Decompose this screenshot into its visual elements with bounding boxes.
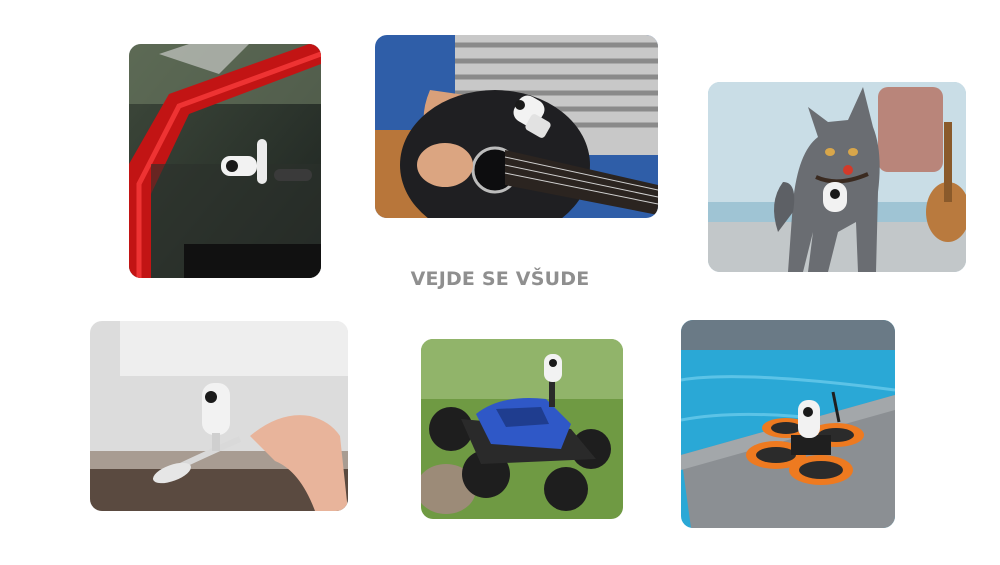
photo-camera-on-guitar [375, 35, 658, 218]
photo-camera-on-cat-collar [708, 82, 966, 272]
headline: VEJDE SE VŠUDE [410, 268, 590, 290]
photo-camera-on-rc-crawler [421, 339, 623, 519]
photo-camera-on-spoon [90, 321, 348, 511]
photo-camera-on-vehicle-door [129, 44, 321, 278]
photo-camera-on-fpv-drone [681, 320, 895, 528]
